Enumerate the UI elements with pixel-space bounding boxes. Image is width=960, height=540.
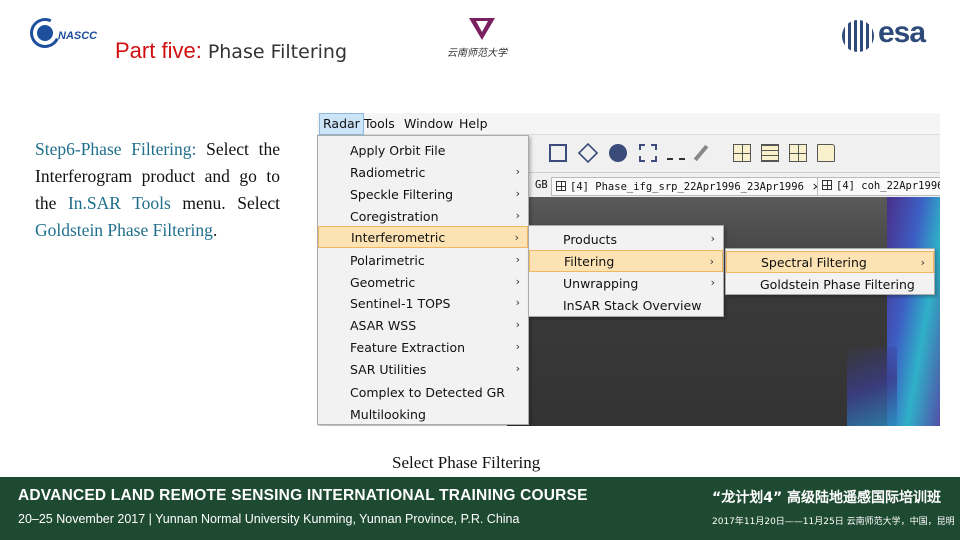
menu-bar: Radar Tools Window Help	[317, 113, 940, 135]
menu-tools[interactable]: Tools	[364, 116, 395, 131]
range-finder-icon[interactable]	[667, 150, 685, 160]
tab-partial[interactable]: GB	[531, 177, 552, 196]
chevron-right-icon: ›	[515, 275, 520, 288]
university-logo-text: 云南师范大学	[447, 48, 507, 59]
title-subtitle: Phase Filtering	[207, 41, 348, 63]
instruction-text: Step6-Phase Filtering: Select the Interf…	[35, 139, 280, 240]
menu-item-multilooking[interactable]: Multilooking	[318, 403, 528, 425]
image-view-icon	[822, 180, 832, 190]
magic-wand-icon[interactable]	[693, 144, 709, 162]
footer-course-title: ADVANCED LAND REMOTE SENSING INTERNATION…	[18, 487, 588, 504]
chevron-right-icon: ›	[515, 362, 520, 375]
chevron-right-icon: ›	[515, 187, 520, 200]
folder-icon[interactable]	[817, 144, 835, 162]
page-title: Part five: Phase Filtering	[115, 38, 347, 64]
menu-item-goldstein-phase-filtering[interactable]: Goldstein Phase Filtering	[726, 273, 934, 295]
image-view-icon	[556, 181, 566, 191]
chevron-right-icon: ›	[709, 255, 714, 268]
menu-item-sentinel1-tops[interactable]: Sentinel-1 TOPS ›	[318, 292, 528, 314]
tile-horizontal-icon[interactable]	[761, 144, 779, 162]
menu-radar[interactable]: Radar	[319, 113, 364, 135]
menu-item-sar-utilities[interactable]: SAR Utilities ›	[318, 358, 528, 380]
menu-item-asar-wss[interactable]: ASAR WSS ›	[318, 314, 528, 336]
esa-logo-text: esa	[878, 16, 926, 49]
chevron-right-icon: ›	[515, 253, 520, 266]
tile-vertical-icon[interactable]	[789, 144, 807, 162]
menu-item-coregistration[interactable]: Coregistration ›	[318, 205, 528, 227]
menu-item-interferometric[interactable]: Interferometric ›	[318, 226, 528, 248]
radar-menu: Apply Orbit File Radiometric › Speckle Fi…	[317, 135, 529, 425]
tab-coherence[interactable]: [4] coh_22Apr1996	[817, 177, 940, 196]
menu-item-complex-to-detected[interactable]: Complex to Detected GR	[318, 381, 528, 403]
esa-ring-icon	[842, 20, 874, 52]
menu-item-radiometric[interactable]: Radiometric ›	[318, 161, 528, 183]
nascc-logo-text: NASCC	[58, 30, 98, 42]
polygon-tool-icon[interactable]	[577, 142, 599, 164]
chevron-right-icon: ›	[515, 340, 520, 353]
filtering-submenu: Spectral Filtering › Goldstein Phase Filt…	[725, 248, 935, 295]
chevron-right-icon: ›	[515, 165, 520, 178]
tile-grid-icon[interactable]	[733, 144, 751, 162]
chevron-right-icon: ›	[515, 296, 520, 309]
menu-item-filtering[interactable]: Filtering ›	[529, 250, 723, 272]
menu-item-insar-stack-overview[interactable]: InSAR Stack Overview	[529, 294, 723, 316]
chevron-right-icon: ›	[710, 276, 715, 289]
menu-item-feature-extraction[interactable]: Feature Extraction ›	[318, 336, 528, 358]
esa-logo: esa	[842, 16, 934, 54]
pin-tool-icon[interactable]	[639, 144, 657, 162]
step-label: Step6-Phase Filtering:	[35, 139, 207, 159]
chevron-right-icon: ›	[515, 318, 520, 331]
ellipse-tool-icon[interactable]	[609, 144, 627, 162]
goldstein-ref: Goldstein Phase Filtering	[35, 220, 213, 240]
chevron-right-icon: ›	[514, 231, 519, 244]
title-part: Part five:	[115, 38, 202, 63]
document-tabs: GB [4] Phase_ifg_srp_22Apr1996_23Apr1996…	[527, 175, 940, 197]
menu-item-apply-orbit[interactable]: Apply Orbit File	[318, 139, 528, 161]
rectangle-tool-icon[interactable]	[549, 144, 567, 162]
menu-item-unwrapping[interactable]: Unwrapping ›	[529, 272, 723, 294]
university-logo: 云南师范大学	[443, 18, 523, 60]
nascc-logo: NASCC	[25, 13, 98, 53]
snap-screenshot: Radar Tools Window Help GB [4] Phase_ifg…	[317, 113, 940, 426]
figure-caption: Select Phase Filtering	[392, 453, 541, 472]
toolbar	[527, 135, 940, 173]
footer-course-details: 20–25 November 2017 | Yunnan Normal Univ…	[18, 512, 520, 526]
menu-window[interactable]: Window	[404, 116, 453, 131]
footer-course-title-cn: “龙计划4” 高级陆地遥感国际培训班	[712, 490, 942, 506]
chevron-right-icon: ›	[710, 232, 715, 245]
menu-item-products[interactable]: Products ›	[529, 228, 723, 250]
interferometric-submenu: Products › Filtering › Unwrapping › InSAR S…	[528, 225, 724, 317]
footer-course-details-cn: 2017年11月20日——11月25日 云南师范大学，中国，昆明	[712, 517, 955, 527]
menu-item-polarimetric[interactable]: Polarimetric ›	[318, 249, 528, 271]
menu-item-spectral-filtering[interactable]: Spectral Filtering ›	[726, 251, 934, 273]
menu-help[interactable]: Help	[459, 116, 488, 131]
footer-banner: ADVANCED LAND REMOTE SENSING INTERNATION…	[0, 477, 960, 540]
chevron-right-icon: ›	[515, 209, 520, 222]
menu-item-speckle[interactable]: Speckle Filtering ›	[318, 183, 528, 205]
insar-tools-ref: In.SAR Tools	[67, 193, 171, 213]
tab-phase-ifg[interactable]: [4] Phase_ifg_srp_22Apr1996_23Apr1996×	[551, 177, 827, 196]
chevron-right-icon: ›	[920, 256, 925, 269]
menu-item-geometric[interactable]: Geometric ›	[318, 271, 528, 293]
